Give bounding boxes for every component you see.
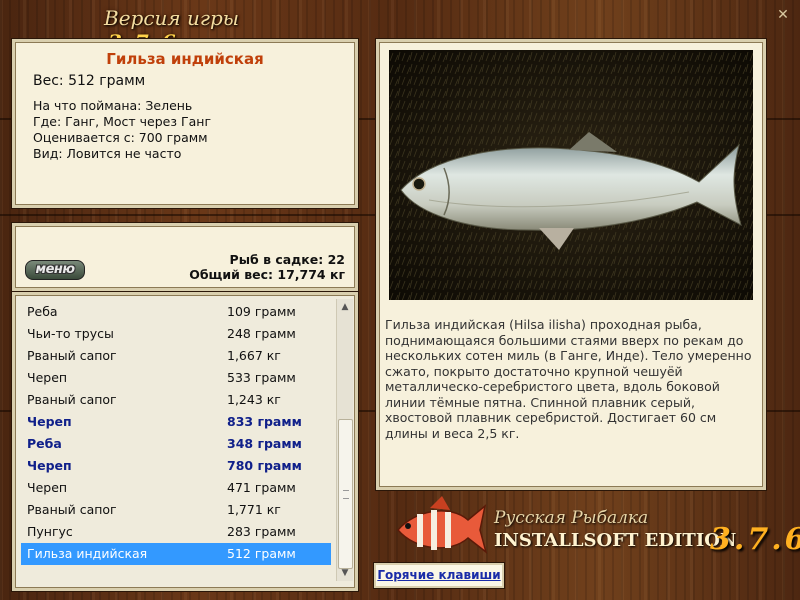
catch-name: Рваный сапог: [27, 348, 117, 363]
fish-description: Гильза индийская (Hilsa ilisha) проходна…: [385, 317, 752, 441]
catch-name: Череп: [27, 370, 68, 385]
keepnet-stats-panel: меню Рыб в садке: 22 Общий вес: 17,774 к…: [12, 223, 358, 291]
fish-details: На что поймана: Зелень Где: Ганг, Мост ч…: [33, 98, 211, 162]
catch-list-row[interactable]: Гильза индийская 512 грамм: [21, 543, 331, 565]
catch-name: Череп: [27, 480, 68, 495]
catch-weight: 533 грамм: [227, 370, 296, 385]
catch-name: Пунгус: [27, 524, 73, 539]
catch-name: Череп: [27, 414, 72, 429]
fish-info-panel: Гильза индийская Вес: 512 грамм На что п…: [12, 39, 358, 208]
fish-logo-icon: [397, 496, 488, 554]
catch-weight: 283 грамм: [227, 524, 296, 539]
fish-name: Гильза индийская: [106, 50, 264, 68]
catch-list-row[interactable]: Череп 471 грамм: [21, 477, 331, 499]
fish-count: Рыб в садке: 22: [229, 252, 345, 267]
catch-weight: 512 грамм: [227, 546, 296, 561]
catch-weight: 248 грамм: [227, 326, 296, 341]
scroll-thumb[interactable]: [338, 419, 353, 569]
catch-weight: 348 грамм: [227, 436, 302, 451]
catch-list-row[interactable]: Реба 348 грамм: [21, 433, 331, 455]
total-weight: Общий вес: 17,774 кг: [189, 267, 345, 282]
version-label: Версия игры: [104, 6, 240, 30]
brand-title: Русская Рыбалка: [494, 508, 649, 528]
caught-with: На что поймана: Зелень: [33, 98, 193, 113]
brand-version: 3.7.6: [710, 522, 800, 557]
caught-where: Где: Ганг, Мост через Ганг: [33, 114, 212, 129]
game-version-title: Версия игры 3.7.6: [104, 6, 284, 54]
keepnet-stats: Рыб в садке: 22 Общий вес: 17,774 кг: [189, 252, 345, 282]
catch-weight: 471 грамм: [227, 480, 296, 495]
catch-list-row[interactable]: Рваный сапог 1,667 кг: [21, 345, 331, 367]
catch-list-row[interactable]: Череп 533 грамм: [21, 367, 331, 389]
scroll-down-icon[interactable]: ▼: [337, 565, 353, 581]
catch-name: Реба: [27, 304, 58, 319]
fish-image: [389, 50, 753, 300]
catch-weight: 1,667 кг: [227, 348, 281, 363]
catch-weight: 780 грамм: [227, 458, 302, 473]
scroll-up-icon[interactable]: ▲: [337, 299, 353, 315]
catch-list-panel: Реба 109 грамм Чьи-то трусы 248 грамм Рваный…: [12, 292, 358, 591]
close-icon[interactable]: ✕: [776, 8, 790, 22]
fish-rarity: Вид: Ловится не часто: [33, 146, 182, 161]
hotkeys-link[interactable]: Горячие клавиши: [374, 563, 504, 588]
catch-list: Реба 109 грамм Чьи-то трусы 248 грамм Рваный…: [21, 301, 331, 565]
valued-from: Оценивается с: 700 грамм: [33, 130, 208, 145]
menu-button[interactable]: меню: [25, 260, 85, 280]
catch-weight: 833 грамм: [227, 414, 302, 429]
catch-list-scrollbar[interactable]: ▲ ▼: [336, 299, 353, 581]
catch-list-row[interactable]: Рваный сапог 1,243 кг: [21, 389, 331, 411]
catch-name: Рваный сапог: [27, 502, 117, 517]
fish-weight: Вес: 512 грамм: [33, 73, 146, 89]
catch-list-row[interactable]: Пунгус 283 грамм: [21, 521, 331, 543]
catch-list-row[interactable]: Реба 109 грамм: [21, 301, 331, 323]
catch-name: Рваный сапог: [27, 392, 117, 407]
catch-weight: 109 грамм: [227, 304, 296, 319]
catch-name: Чьи-то трусы: [27, 326, 114, 341]
grip-icon: [343, 490, 349, 499]
game-branding: Русская Рыбалка INSTALLSOFT EDITION 3.7.…: [390, 492, 800, 562]
catch-list-row[interactable]: Череп 833 грамм: [21, 411, 331, 433]
catch-list-row[interactable]: Рваный сапог 1,771 кг: [21, 499, 331, 521]
catch-list-row[interactable]: Череп 780 грамм: [21, 455, 331, 477]
catch-name: Череп: [27, 458, 72, 473]
catch-list-row[interactable]: Чьи-то трусы 248 грамм: [21, 323, 331, 345]
brand-edition: INSTALLSOFT EDITION: [494, 530, 737, 551]
catch-name: Реба: [27, 436, 62, 451]
catch-weight: 1,243 кг: [227, 392, 281, 407]
catch-weight: 1,771 кг: [227, 502, 281, 517]
fish-photo: [389, 50, 753, 300]
fish-photo-panel: Гильза индийская (Hilsa ilisha) проходна…: [376, 39, 766, 490]
catch-name: Гильза индийская: [27, 546, 148, 561]
